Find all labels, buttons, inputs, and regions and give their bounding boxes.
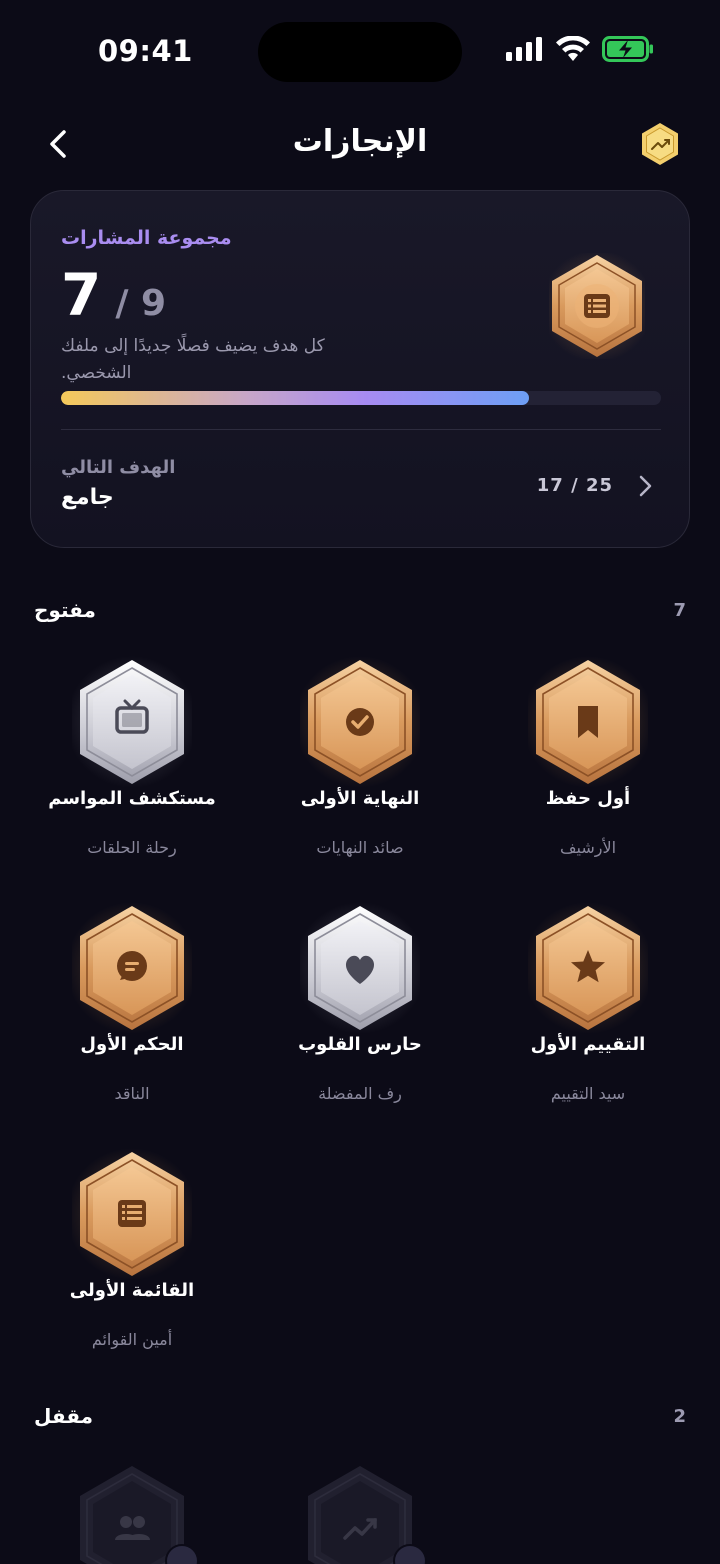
badge-category: صائد النهايات [316,838,404,857]
nav-header: الإنجازات [0,110,720,180]
badge-name: أول حفظ [545,788,631,809]
badge-card[interactable]: أول حفظ الأرشيف [478,656,698,886]
collection-label: مجموعة المشارات [61,227,232,249]
lock-icon [165,1544,199,1564]
next-goal-label[interactable]: الهدف التالي [61,457,175,478]
dynamic-island [258,22,462,82]
badge-name: الحكم الأول [80,1034,184,1055]
star-icon [522,902,654,1034]
badge-name: حارس القلوب [298,1034,422,1055]
wifi-icon [556,36,590,61]
heart-icon [294,902,426,1034]
status-time: 09:41 [98,34,193,68]
list-icon [66,1148,198,1280]
badge-category: سيد التقييم [550,1084,626,1103]
badge-card[interactable]: حارس القلوب رف المفضلة [250,902,470,1132]
badge-category: الناقد [114,1084,150,1103]
status-icons [506,36,654,62]
badge-category: رف المفضلة [318,1084,402,1103]
next-goal-chevron-button[interactable] [635,473,655,499]
lock-icon [393,1544,427,1564]
badge-name: القائمة الأولى [69,1280,195,1301]
locked-section-title: مقفل [34,1404,94,1428]
bookmark-icon [522,656,654,788]
cellular-signal-icon [506,37,542,61]
next-goal-value[interactable]: جامع [61,485,114,510]
summary-description: كل هدف يضيف فصلًا جديدًا إلى ملفك الشخصي… [61,336,325,383]
badge-name: التقييم الأول [530,1034,646,1055]
badge-card[interactable]: مستكشف المواسم رحلة الحلقات [22,656,242,886]
card-divider [61,429,661,430]
badge-card[interactable]: الحكم الأول الناقد [22,902,242,1132]
collection-progress-bar [61,391,661,405]
chevron-right-icon [639,475,652,497]
page-title: الإنجازات [292,124,428,159]
badge-category: رحلة الحلقات [87,838,177,857]
chat-bubble-icon [66,902,198,1034]
badge-count: 7 / 9 [61,261,166,329]
achievements-badge-button[interactable] [640,122,680,166]
unlocked-section-count: 7 [673,600,686,621]
battery-charging-icon [602,36,653,62]
locked-section-header: مقفل 2 [34,1404,686,1434]
badge-count-value: 7 [61,261,102,329]
unlocked-section-title: مفتوح [34,598,96,622]
check-circle-icon [294,656,426,788]
next-goal-progress[interactable]: 17 / 25 [537,475,613,496]
badge-name: النهاية الأولى [300,788,420,809]
list-badge-icon [541,250,653,362]
badge-card[interactable]: القائمة الأولى أمين القوائم [22,1148,242,1378]
collection-progress-fill [61,391,529,405]
tv-icon [66,656,198,788]
trending-badge-icon [642,123,678,165]
locked-badge-card[interactable] [250,1462,470,1564]
badge-card[interactable]: التقييم الأول سيد التقييم [478,902,698,1132]
badge-summary-card: مجموعة المشارات 7 / 9 كل هدف يضيف فصلًا … [30,190,690,548]
status-bar: 09:41 [0,0,720,100]
badge-category: أمين القوائم [91,1330,173,1349]
badge-category: الأرشيف [559,838,617,857]
badge-count-total: / 9 [115,283,167,324]
locked-badge-card[interactable] [22,1462,242,1564]
unlocked-section-header: مفتوح 7 [34,598,686,628]
locked-section-count: 2 [673,1406,686,1427]
badge-card[interactable]: النهاية الأولى صائد النهايات [250,656,470,886]
badge-name: مستكشف المواسم [48,788,216,809]
